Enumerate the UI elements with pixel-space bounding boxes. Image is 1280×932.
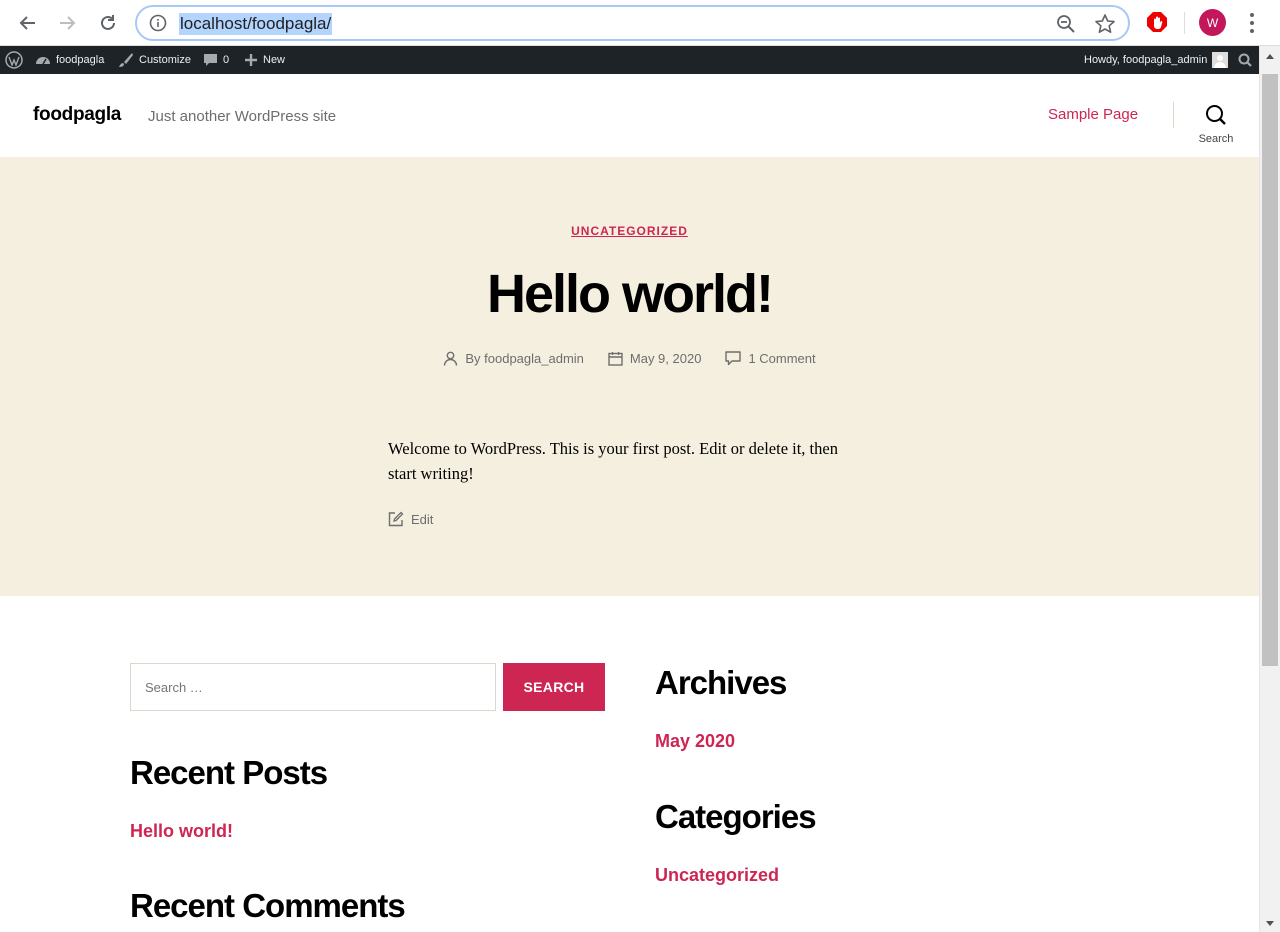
admin-bar-customize[interactable]: Customize <box>118 46 191 74</box>
reload-button[interactable] <box>93 8 123 38</box>
nav-sample-page[interactable]: Sample Page <box>1048 106 1138 123</box>
post-title: Hello world! <box>487 264 774 324</box>
zoom-icon[interactable] <box>1056 14 1076 34</box>
post-date[interactable]: May 9, 2020 <box>608 351 702 366</box>
address-bar[interactable]: localhost/foodpagla/ <box>135 5 1130 41</box>
admin-bar-new-label: New <box>263 54 286 66</box>
page-scrollbar[interactable] <box>1259 46 1280 932</box>
admin-bar-new[interactable]: New <box>244 46 285 74</box>
archive-link-may-2020[interactable]: May 2020 <box>655 731 735 752</box>
admin-bar-site-name[interactable]: foodpagla <box>35 46 104 74</box>
user-avatar-icon <box>1212 52 1229 68</box>
comment-bubble-icon <box>204 53 217 66</box>
forward-arrow-icon <box>60 16 76 30</box>
recent-post-link[interactable]: Hello world! <box>130 821 233 842</box>
wp-logo-menu[interactable] <box>5 46 23 74</box>
admin-bar-account[interactable]: Howdy, foodpagla_admin <box>1084 46 1229 74</box>
admin-bar-comments[interactable]: 0 <box>203 46 229 74</box>
admin-bar-site-label: foodpagla <box>56 54 105 66</box>
post-comments[interactable]: 1 Comment <box>725 351 816 366</box>
widget-search-button[interactable]: SEARCH <box>503 663 605 711</box>
post-author-text: By foodpagla_admin <box>465 351 584 366</box>
browser-toolbar: localhost/foodpagla/ W <box>0 0 1280 46</box>
post-content: Welcome to WordPress. This is your first… <box>388 439 838 483</box>
brush-icon <box>119 53 133 67</box>
back-arrow-icon <box>19 16 35 30</box>
post-category: UNCATEGORIZED <box>0 224 1259 238</box>
categories-title: Categories <box>655 798 817 835</box>
site-header: foodpagla Just another WordPress site Sa… <box>0 74 1259 157</box>
bookmark-star-icon[interactable] <box>1094 13 1116 35</box>
search-toggle-button[interactable]: Search <box>1194 104 1238 148</box>
archives-title: Archives <box>655 664 787 701</box>
site-tagline: Just another WordPress site <box>148 108 337 125</box>
toolbar-divider <box>1184 12 1185 34</box>
scroll-down-arrow-icon[interactable] <box>1266 921 1274 926</box>
browser-menu-icon[interactable] <box>1243 11 1261 35</box>
post-comments-text: 1 Comment <box>748 351 816 366</box>
edit-label: Edit <box>411 511 434 527</box>
wp-admin-bar: foodpagla Customize 0 New Howdy, foodpag… <box>0 46 1280 74</box>
edit-post-link[interactable]: Edit <box>388 511 433 527</box>
site-title[interactable]: foodpagla <box>33 104 121 126</box>
admin-bar-howdy: Howdy, foodpagla_admin <box>1084 54 1208 66</box>
info-icon[interactable] <box>149 14 167 32</box>
post-header: UNCATEGORIZED Hello world! By foodpagla_… <box>0 157 1259 596</box>
comment-icon <box>725 351 742 366</box>
admin-bar-customize-label: Customize <box>139 54 191 66</box>
post-meta: By foodpagla_admin May 9, 2020 1 Comment <box>0 351 1259 366</box>
category-link-uncategorized[interactable]: Uncategorized <box>655 865 779 886</box>
post-date-text: May 9, 2020 <box>629 351 702 366</box>
search-toggle-label: Search <box>1198 133 1234 145</box>
reload-icon <box>101 15 115 30</box>
scroll-up-arrow-icon[interactable] <box>1266 54 1274 59</box>
header-divider <box>1173 102 1174 128</box>
recent-comments-title: Recent Comments <box>130 887 406 924</box>
plus-icon <box>245 54 257 66</box>
url-text[interactable]: localhost/foodpagla/ <box>179 13 333 35</box>
widget-search-input[interactable] <box>130 663 496 711</box>
recent-posts-title: Recent Posts <box>130 754 328 791</box>
user-icon <box>444 351 458 366</box>
dashboard-icon <box>36 57 50 65</box>
category-link[interactable]: UNCATEGORIZED <box>571 224 688 238</box>
search-icon <box>1206 105 1226 125</box>
search-icon <box>1238 53 1252 67</box>
calendar-icon <box>608 352 623 366</box>
admin-bar-comment-count: 0 <box>223 54 230 66</box>
scrollbar-thumb[interactable] <box>1262 74 1278 666</box>
wordpress-logo-icon <box>5 51 23 69</box>
adblock-extension-icon[interactable] <box>1146 11 1168 33</box>
forward-button[interactable] <box>52 8 82 38</box>
profile-avatar[interactable]: W <box>1199 9 1226 36</box>
edit-icon <box>388 511 404 527</box>
back-button[interactable] <box>13 8 43 38</box>
admin-bar-search[interactable] <box>1238 46 1252 74</box>
post-author[interactable]: By foodpagla_admin <box>443 351 584 366</box>
